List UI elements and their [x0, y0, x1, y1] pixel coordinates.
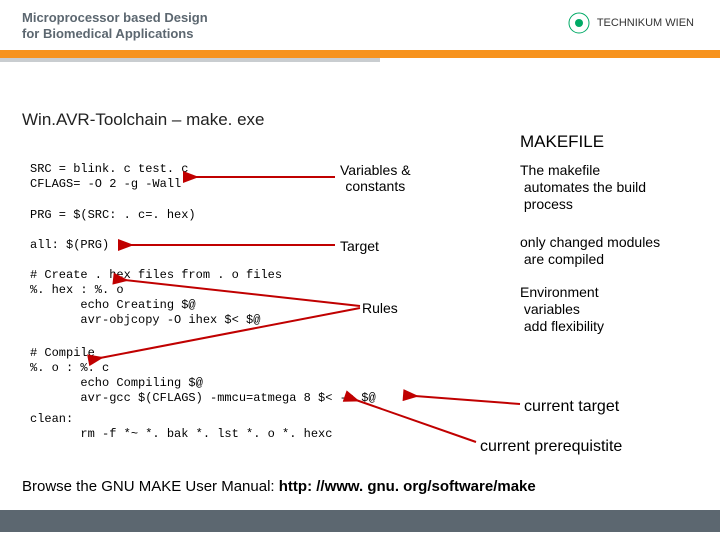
bottom-bar: [0, 510, 720, 532]
text-only-changed: only changed modules are compiled: [520, 234, 660, 268]
logo-icon: [564, 8, 594, 38]
makefile-heading: MAKEFILE: [520, 132, 604, 152]
label-variables-l1: Variables &: [340, 162, 411, 178]
footer-url: http: //www. gnu. org/software/make: [279, 478, 536, 495]
footer-line: Browse the GNU MAKE User Manual: http: /…: [22, 478, 536, 495]
arrow-variables: [185, 170, 335, 184]
code-clean: clean: rm -f *~ *. bak *. lst *. o *. he…: [30, 412, 332, 442]
text-env-vars: Environment variables add flexibility: [520, 284, 604, 335]
label-rules: Rules: [362, 300, 398, 316]
course-title-l2: for Biomedical Applications: [22, 26, 193, 41]
orange-separator: [0, 50, 720, 58]
label-current-target: current target: [524, 398, 619, 416]
label-variables: Variables & constants: [340, 162, 411, 194]
code-all: all: $(PRG): [30, 238, 109, 253]
text-makefile-automates: The makefile automates the build process: [520, 162, 646, 213]
logo: TECHNIKUM WIEN: [564, 8, 694, 38]
arrow-rules-2: [90, 306, 360, 366]
slide: { "header": { "title_l1": "Microprocesso…: [0, 0, 720, 540]
course-title-l1: Microprocessor based Design: [22, 10, 208, 25]
code-variables: SRC = blink. c test. c CFLAGS= -O 2 -g -…: [30, 162, 188, 192]
label-target: Target: [340, 238, 379, 254]
footer-prefix: Browse the GNU MAKE User Manual:: [22, 478, 279, 495]
slide-title: Win.AVR-Toolchain – make. exe: [22, 110, 265, 130]
code-prg: PRG = $(SRC: . c=. hex): [30, 208, 196, 223]
logo-text: TECHNIKUM WIEN: [597, 17, 694, 29]
label-variables-l2: constants: [345, 178, 405, 194]
course-title: Microprocessor based Design for Biomedic…: [22, 10, 208, 42]
header: Microprocessor based Design for Biomedic…: [0, 0, 720, 62]
arrow-target: [120, 238, 335, 252]
arrow-current-prereq: [348, 396, 478, 446]
grey-accent: [0, 58, 380, 62]
label-current-prereq: current prerequistite: [480, 438, 622, 456]
